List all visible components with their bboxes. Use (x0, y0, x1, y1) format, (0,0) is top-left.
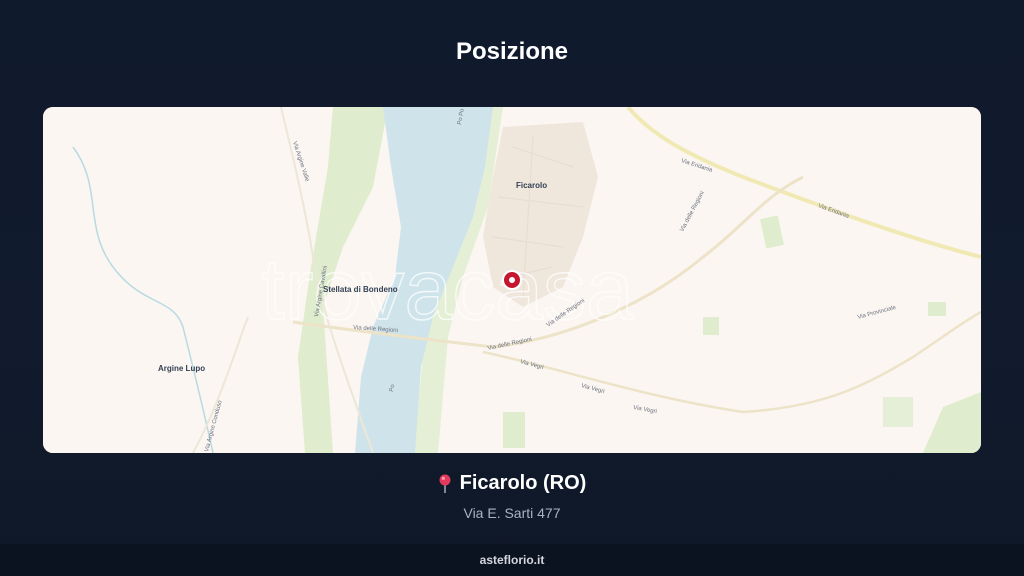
field-patch (503, 412, 525, 448)
place-label-ficarolo: Ficarolo (516, 181, 547, 190)
location-name: Ficarolo (RO) (459, 472, 587, 494)
place-label-stellata: Stellata di Bondeno (323, 285, 398, 294)
map-canvas[interactable]: trovacasa Ficarolo Stellata di Bondeno A… (43, 107, 981, 453)
place-label-argine-lupo: Argine Lupo (158, 364, 205, 373)
field-patch (883, 397, 913, 427)
pin-icon (438, 474, 452, 494)
watermark-text: trovacasa (261, 242, 634, 338)
footer-brand[interactable]: asteflorio.it (480, 553, 545, 567)
map-view[interactable]: trovacasa Ficarolo Stellata di Bondeno A… (43, 107, 981, 453)
page-title: Posizione (455, 38, 569, 65)
footer: asteflorio.it (0, 544, 1024, 576)
field-patch (928, 302, 946, 316)
location-line: Ficarolo (RO) (438, 472, 587, 495)
location-address: Via E. Sarti 477 (463, 504, 561, 521)
location-marker-icon[interactable] (502, 270, 522, 290)
field-patch (703, 317, 719, 335)
location-info: Ficarolo (RO) Via E. Sarti 477 (0, 472, 1024, 521)
